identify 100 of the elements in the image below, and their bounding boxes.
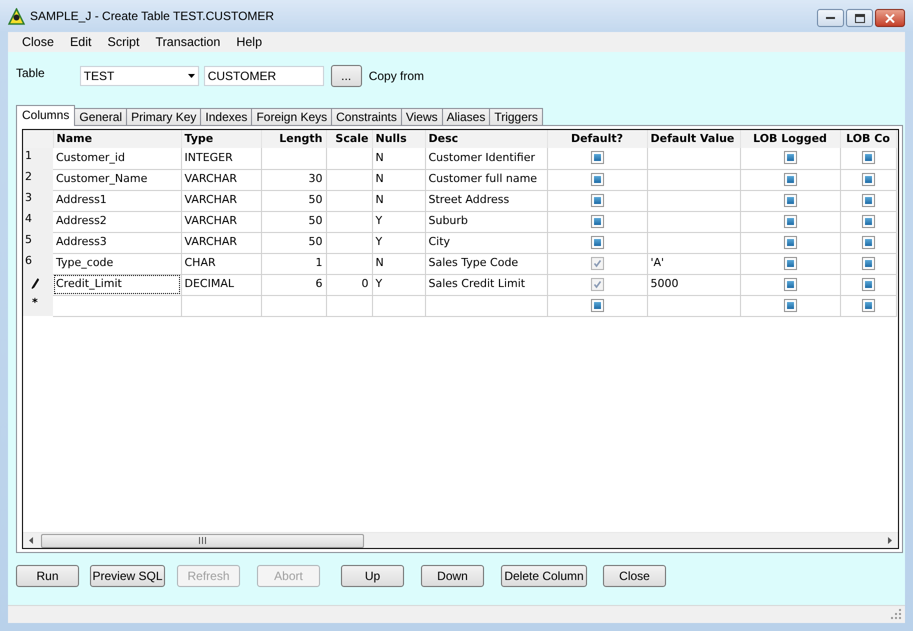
checkbox[interactable] bbox=[590, 151, 604, 164]
checkbox[interactable] bbox=[590, 214, 604, 228]
tab[interactable]: Indexes bbox=[200, 108, 252, 126]
minimize-icon bbox=[826, 16, 835, 20]
table-cell: Suburb bbox=[425, 211, 547, 232]
checkbox[interactable] bbox=[784, 298, 796, 312]
schema-dropdown[interactable]: TEST bbox=[80, 66, 199, 86]
table-cell: Customer full name bbox=[425, 169, 547, 190]
table-cell: CHAR bbox=[181, 253, 261, 274]
checkbox[interactable] bbox=[862, 236, 874, 249]
checkbox[interactable] bbox=[590, 298, 604, 312]
column-header[interactable]: Nulls bbox=[372, 130, 425, 148]
checkbox[interactable] bbox=[784, 194, 796, 207]
action-button[interactable]: Up bbox=[341, 565, 404, 587]
column-header[interactable]: LOB Logged bbox=[740, 130, 840, 148]
checkbox[interactable] bbox=[590, 278, 604, 291]
checkbox[interactable] bbox=[862, 194, 874, 207]
column-header[interactable]: Default Value bbox=[647, 130, 740, 148]
column-header[interactable]: Name bbox=[53, 130, 181, 148]
checkbox[interactable] bbox=[862, 256, 874, 270]
tab[interactable]: Views bbox=[400, 108, 443, 126]
table-cell: City bbox=[425, 232, 547, 253]
grip-icon bbox=[199, 537, 206, 544]
column-header[interactable]: Length bbox=[261, 130, 326, 148]
scroll-right-icon[interactable] bbox=[888, 537, 892, 544]
column-header[interactable]: Desc bbox=[425, 130, 547, 148]
browse-button[interactable]: ... bbox=[330, 65, 362, 87]
action-button[interactable]: Close bbox=[603, 565, 666, 587]
close-icon bbox=[885, 14, 895, 22]
minimize-button[interactable] bbox=[817, 9, 844, 27]
app-icon bbox=[8, 8, 25, 24]
tab[interactable]: Primary Key bbox=[126, 108, 202, 126]
menu-item[interactable]: Transaction bbox=[147, 32, 228, 52]
column-header[interactable]: Scale bbox=[326, 130, 372, 148]
checkbox[interactable] bbox=[590, 256, 604, 270]
checkbox[interactable] bbox=[784, 151, 796, 164]
table-cell: 30 bbox=[261, 169, 326, 190]
table-cell: 50 bbox=[261, 190, 326, 211]
checkbox[interactable] bbox=[784, 256, 796, 270]
row-number: 4 bbox=[25, 212, 32, 225]
row-number: 6 bbox=[25, 254, 32, 267]
row-number: 1 bbox=[25, 149, 32, 162]
action-button[interactable]: Delete Column bbox=[501, 565, 587, 587]
table-cell: N bbox=[372, 148, 425, 169]
table-cell: Y bbox=[372, 211, 425, 232]
table-cell: DECIMAL bbox=[181, 274, 261, 295]
maximize-button[interactable] bbox=[846, 9, 873, 27]
table-cell: VARCHAR bbox=[181, 232, 261, 253]
menu-item[interactable]: Script bbox=[100, 32, 148, 52]
menu-item[interactable]: Help bbox=[228, 32, 270, 52]
action-button[interactable]: Down bbox=[421, 565, 484, 587]
checkbox[interactable] bbox=[784, 172, 796, 186]
table-cell: INTEGER bbox=[181, 148, 261, 169]
window-title: SAMPLE_J - Create Table TEST.CUSTOMER bbox=[30, 8, 274, 25]
table-cell: Street Address bbox=[425, 190, 547, 211]
checkbox[interactable] bbox=[590, 236, 604, 249]
tab[interactable]: Aliases bbox=[442, 108, 490, 126]
action-button[interactable]: Run bbox=[16, 565, 79, 587]
tab[interactable]: General bbox=[74, 108, 128, 126]
menu-item[interactable]: Edit bbox=[62, 32, 100, 52]
scroll-thumb[interactable] bbox=[41, 534, 364, 548]
checkbox[interactable] bbox=[862, 151, 874, 164]
resize-grip-icon[interactable] bbox=[891, 609, 902, 620]
tab[interactable]: Foreign Keys bbox=[251, 108, 332, 126]
table-cell: Address3 bbox=[53, 232, 181, 253]
checkbox[interactable] bbox=[784, 236, 796, 249]
column-header[interactable]: LOB Co bbox=[840, 130, 896, 148]
table-cell: Y bbox=[372, 274, 425, 295]
menu-item[interactable]: Close bbox=[14, 32, 62, 52]
checkbox[interactable] bbox=[590, 194, 604, 207]
table-cell: 0 bbox=[326, 274, 372, 295]
table-name-field[interactable]: CUSTOMER bbox=[204, 66, 324, 86]
action-button[interactable]: Preview SQL bbox=[90, 565, 165, 587]
column-header[interactable]: Default? bbox=[547, 130, 647, 148]
checkbox[interactable] bbox=[590, 172, 604, 186]
new-row-marker: * bbox=[32, 296, 38, 309]
tab[interactable]: Constraints bbox=[331, 108, 402, 126]
column-header[interactable]: Type bbox=[181, 130, 261, 148]
tab[interactable]: Columns bbox=[16, 105, 76, 126]
horizontal-scrollbar[interactable] bbox=[23, 532, 898, 548]
tab[interactable]: Triggers bbox=[489, 108, 543, 126]
table-cell: N bbox=[372, 169, 425, 190]
table-cell: 1 bbox=[261, 253, 326, 274]
checkbox[interactable] bbox=[784, 278, 796, 291]
table-cell: Address1 bbox=[53, 190, 181, 211]
checkbox[interactable] bbox=[862, 214, 874, 228]
table-cell: Customer_id bbox=[53, 148, 181, 169]
close-button[interactable] bbox=[875, 9, 905, 27]
checkbox[interactable] bbox=[784, 214, 796, 228]
checkbox[interactable] bbox=[862, 172, 874, 186]
table-cell: Type_code bbox=[53, 253, 181, 274]
table-cell: 50 bbox=[261, 232, 326, 253]
dropdown-arrow-icon bbox=[188, 74, 195, 78]
table-cell: N bbox=[372, 253, 425, 274]
scroll-left-icon[interactable] bbox=[29, 537, 33, 544]
row-number: 5 bbox=[25, 233, 32, 246]
checkbox[interactable] bbox=[862, 278, 874, 291]
checkbox[interactable] bbox=[862, 298, 874, 312]
table-cell: 'A' bbox=[647, 253, 740, 274]
table-cell: N bbox=[372, 190, 425, 211]
